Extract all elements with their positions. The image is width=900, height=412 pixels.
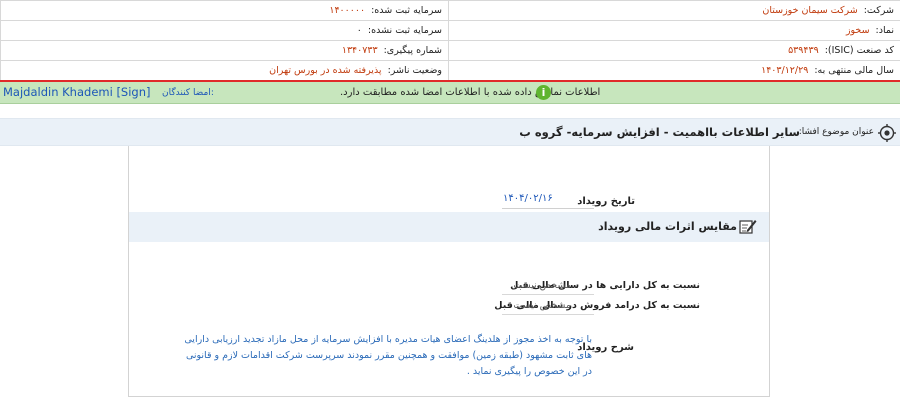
publisher-status-label: وضعیت ناشر: <box>387 65 442 76</box>
fiscal-year-row: سال مالی منتهی به: ۱۴۰۳/۱۲/۲۹ <box>449 61 900 81</box>
edit-icon <box>739 220 757 234</box>
event-date-value: ۱۴۰۴/۰۲/۱۶ <box>503 193 553 204</box>
unregistered-capital-row: سرمایه ثبت نشده: ۰ <box>1 21 448 41</box>
unregistered-capital-label: سرمایه ثبت نشده: <box>367 25 442 36</box>
tracking-row: شماره پیگیری: ۱۳۴۰۷۳۳ <box>1 41 448 61</box>
company-row: شرکت: شرکت سیمان خوزستان <box>449 1 900 21</box>
assets-ratio-underline <box>502 294 594 295</box>
unregistered-capital-value: ۰ <box>356 25 362 36</box>
signature-verified-message: اطلاعات نمایش داده شده با اطلاعات امضا ش… <box>340 87 601 98</box>
financial-effects-header: مقایس اثرات مالی رویداد <box>129 212 769 242</box>
company-label: شرکت: <box>863 5 894 16</box>
symbol-value: سخوز <box>845 25 870 36</box>
target-icon <box>878 124 896 142</box>
company-info-table: شرکت: شرکت سیمان خوزستان نماد: سخوز کد ص… <box>0 0 900 81</box>
subject-bar: عنوان موضوع افشا: سایر اطلاعات بااهمیت -… <box>0 118 900 146</box>
signer-name-link[interactable]: Majdaldin Khademi [Sign] <box>3 85 151 99</box>
fiscal-year-value: ۱۴۰۳/۱۲/۲۹ <box>761 65 809 76</box>
info-icon: i <box>536 85 551 100</box>
tracking-value: ۱۳۴۰۷۳۳ <box>341 45 378 56</box>
subject-label: عنوان موضوع افشا: <box>798 127 874 137</box>
event-date-label: تاریخ رویداد <box>577 196 635 207</box>
company-info-right-column: شرکت: شرکت سیمان خوزستان نماد: سخوز کد ص… <box>448 1 900 81</box>
registered-capital-row: سرمایه ثبت شده: ۱۴۰۰۰۰۰ <box>1 1 448 21</box>
symbol-row: نماد: سخوز <box>449 21 900 41</box>
signature-bar: Majdaldin Khademi [Sign] امضا کنندگان: ا… <box>0 82 900 104</box>
publisher-status-row: وضعیت ناشر: پذیرفته شده در بورس تهران <box>1 61 448 81</box>
registered-capital-label: سرمایه ثبت شده: <box>371 5 442 16</box>
event-description-text: با توجه به اخذ مجوز از هلدینگ اعضای هیات… <box>184 334 592 377</box>
isic-row: کد صنعت (ISIC): ۵۳۹۴۳۹ <box>449 41 900 61</box>
isic-label: کد صنعت (ISIC): <box>824 45 894 56</box>
registered-capital-value: ۱۴۰۰۰۰۰ <box>329 5 366 16</box>
assets-ratio-value: مشخص نیست <box>513 280 571 291</box>
subject-title: سایر اطلاعات بااهمیت - افزایش سرمایه- گر… <box>519 125 800 139</box>
event-details-card: تاریخ رویداد ۱۴۰۴/۰۲/۱۶ مقایس اثرات مالی… <box>128 146 770 397</box>
isic-value: ۵۳۹۴۳۹ <box>788 45 819 56</box>
financial-effects-title: مقایس اثرات مالی رویداد <box>598 220 737 233</box>
symbol-label: نماد: <box>875 25 894 36</box>
revenue-ratio-underline <box>502 314 594 315</box>
date-underline <box>502 208 594 209</box>
signers-label: امضا کنندگان: <box>162 88 214 98</box>
revenue-ratio-value: مشخص نیست <box>513 300 571 311</box>
tracking-label: شماره پیگیری: <box>383 45 442 56</box>
company-info-left-column: سرمایه ثبت شده: ۱۴۰۰۰۰۰ سرمایه ثبت نشده:… <box>0 1 448 81</box>
publisher-status-value: پذیرفته شده در بورس تهران <box>269 65 382 76</box>
fiscal-year-label: سال مالی منتهی به: <box>814 65 894 76</box>
company-value: شرکت سیمان خوزستان <box>762 5 858 16</box>
